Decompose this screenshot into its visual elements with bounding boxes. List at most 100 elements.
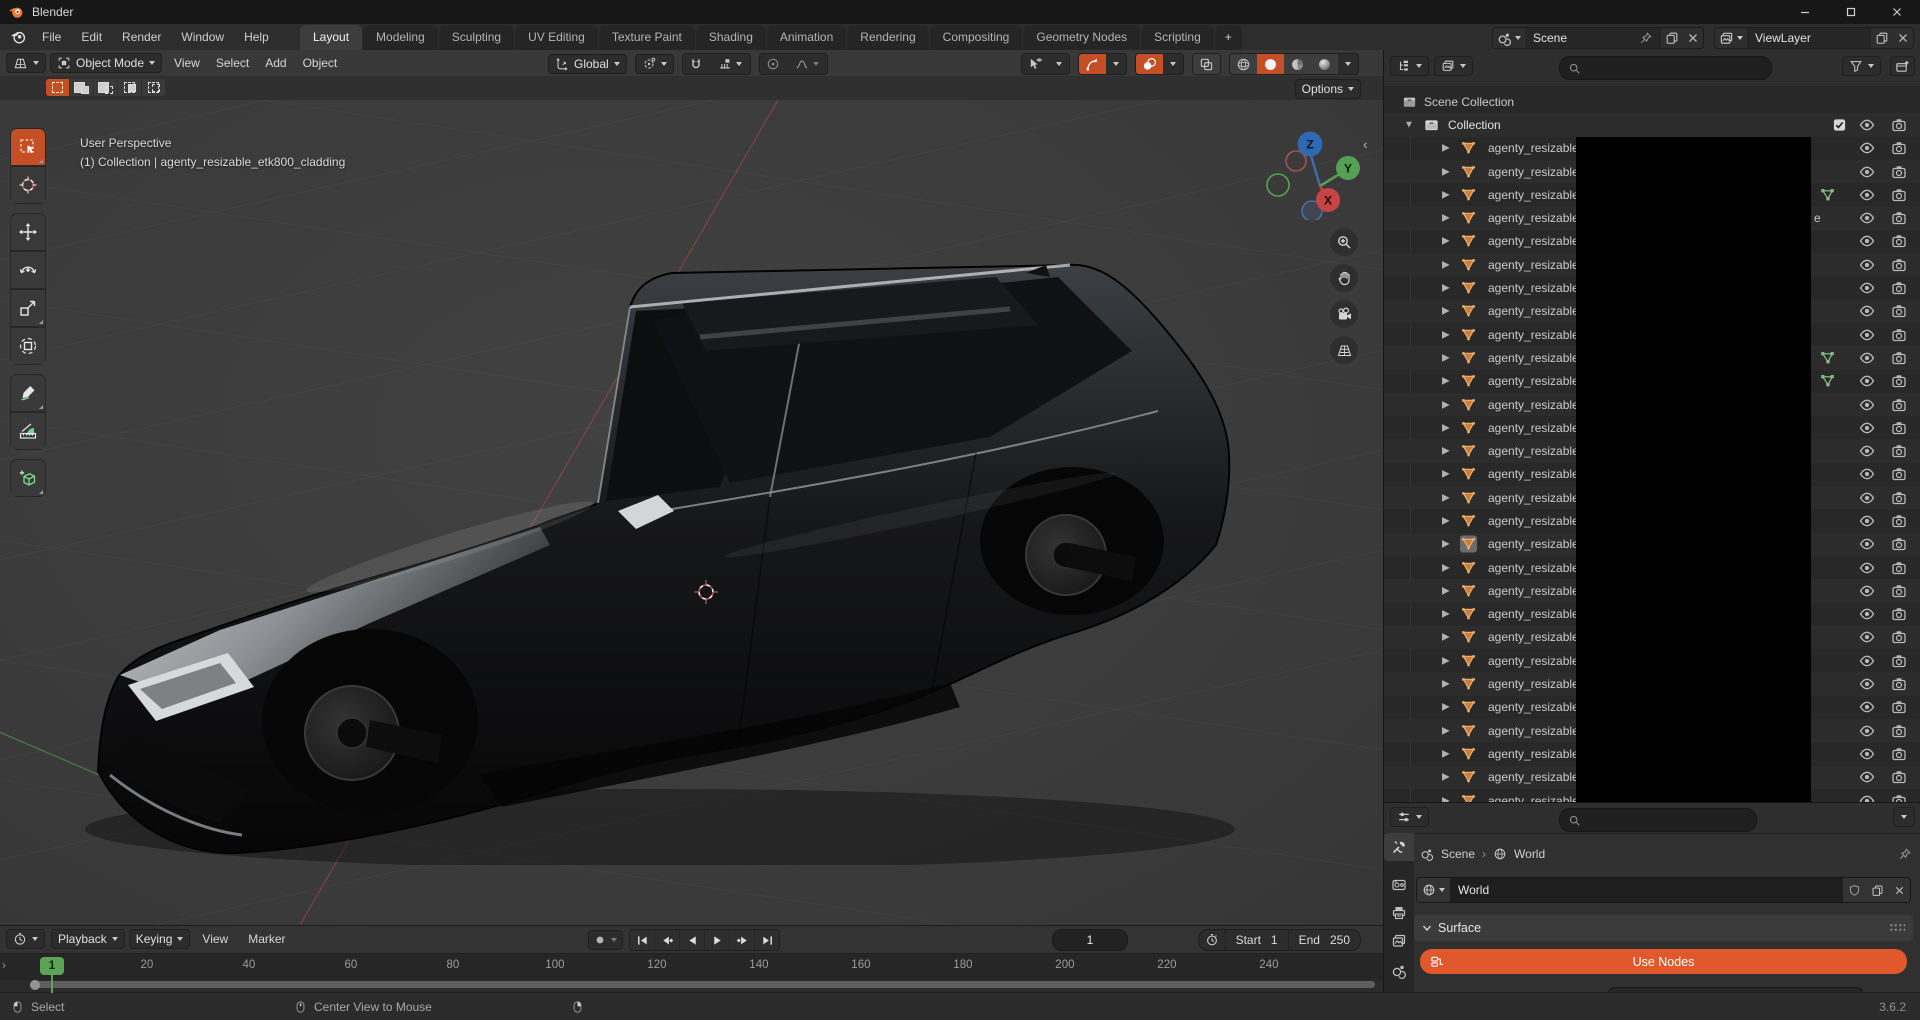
camera-render-icon[interactable]: [1891, 420, 1907, 436]
axis-minus-x[interactable]: [1267, 174, 1289, 196]
camera-render-icon[interactable]: [1891, 164, 1907, 180]
timeline-menu-view[interactable]: View: [194, 929, 236, 949]
select-set-button[interactable]: [46, 79, 69, 96]
car-model[interactable]: [70, 215, 1250, 865]
unlink-world-button[interactable]: [1889, 878, 1910, 902]
tool-measure[interactable]: [10, 412, 46, 450]
selectability-visibility-dropdown[interactable]: [1021, 53, 1070, 75]
pivot-point-dropdown[interactable]: [635, 54, 674, 74]
timeline-scrollbar-knob[interactable]: [30, 980, 40, 990]
new-scene-button[interactable]: [1661, 28, 1683, 48]
proportional-editing-toggle[interactable]: [760, 54, 787, 74]
workspace-tab-rendering[interactable]: Rendering: [847, 25, 928, 50]
camera-view-button[interactable]: [1330, 300, 1358, 328]
viewport-menu-object[interactable]: Object: [295, 53, 346, 73]
expand-arrow-icon[interactable]: ▶: [1442, 539, 1450, 550]
camera-render-icon[interactable]: [1891, 373, 1907, 389]
options-dropdown[interactable]: Options: [1295, 79, 1361, 99]
shading-rendered-button[interactable]: [1311, 54, 1338, 74]
add-workspace-button[interactable]: +: [1215, 25, 1242, 50]
menu-render[interactable]: Render: [112, 24, 171, 50]
expand-arrow-icon[interactable]: ▶: [1442, 259, 1450, 270]
jump-to-start-button[interactable]: [630, 930, 655, 950]
camera-render-icon[interactable]: [1891, 257, 1907, 273]
camera-render-icon[interactable]: [1891, 490, 1907, 506]
eye-icon[interactable]: [1859, 303, 1875, 319]
expand-arrow-icon[interactable]: ▶: [1442, 772, 1450, 783]
play-reverse-button[interactable]: [680, 930, 705, 950]
properties-options-dropdown[interactable]: [1893, 807, 1915, 827]
viewport-menu-view[interactable]: View: [166, 53, 208, 73]
proportional-falloff-dropdown[interactable]: [787, 54, 827, 74]
camera-render-icon[interactable]: [1891, 746, 1907, 762]
eye-icon[interactable]: [1859, 629, 1875, 645]
scene-name-field[interactable]: Scene: [1525, 28, 1661, 48]
tab-render[interactable]: [1384, 871, 1414, 899]
eye-icon[interactable]: [1859, 653, 1875, 669]
camera-render-icon[interactable]: [1891, 583, 1907, 599]
world-name-field[interactable]: World: [1450, 878, 1843, 902]
tool-cursor[interactable]: [10, 166, 46, 204]
eye-icon[interactable]: [1859, 769, 1875, 785]
workspace-tab-shading[interactable]: Shading: [696, 25, 766, 50]
expand-arrow-icon[interactable]: ▶: [1442, 376, 1450, 387]
editor-type-button[interactable]: [6, 53, 46, 73]
expand-arrow-icon[interactable]: ▶: [1442, 609, 1450, 620]
browse-scene-button[interactable]: [1493, 28, 1525, 48]
camera-render-icon[interactable]: [1891, 187, 1907, 203]
menu-file[interactable]: File: [32, 24, 71, 50]
camera-render-icon[interactable]: [1891, 210, 1907, 226]
use-nodes-button[interactable]: Use Nodes: [1420, 949, 1907, 974]
viewlayer-name-field[interactable]: ViewLayer: [1747, 28, 1871, 48]
camera-render-icon[interactable]: [1891, 676, 1907, 692]
eye-icon[interactable]: [1859, 327, 1875, 343]
expand-arrow-icon[interactable]: ▶: [1442, 585, 1450, 596]
gizmo-dropdown[interactable]: [1106, 54, 1126, 74]
eye-icon[interactable]: [1859, 699, 1875, 715]
workspace-tab-compositing[interactable]: Compositing: [930, 25, 1023, 50]
new-viewlayer-button[interactable]: [1871, 28, 1893, 48]
expand-arrow-icon[interactable]: ▶: [1442, 748, 1450, 759]
shading-wireframe-button[interactable]: [1230, 54, 1257, 74]
tool-transform[interactable]: [10, 327, 46, 365]
camera-render-icon[interactable]: [1891, 233, 1907, 249]
camera-render-icon[interactable]: [1891, 793, 1907, 802]
expand-arrow-icon[interactable]: ▶: [1442, 143, 1450, 154]
outliner-display-mode-button[interactable]: [1434, 56, 1473, 76]
tool-add-cube[interactable]: [10, 459, 46, 497]
show-gizmo-toggle[interactable]: [1079, 54, 1106, 74]
viewport-3d[interactable]: User Perspective (1) Collection | agenty…: [0, 100, 1383, 925]
pan-button[interactable]: [1330, 264, 1358, 292]
eye-icon[interactable]: [1859, 164, 1875, 180]
camera-render-icon[interactable]: [1891, 140, 1907, 156]
expand-arrow-icon[interactable]: ▶: [1442, 189, 1450, 200]
tab-view-layer[interactable]: [1384, 927, 1414, 955]
perspective-toggle-button[interactable]: [1330, 336, 1358, 364]
eye-icon[interactable]: [1859, 443, 1875, 459]
camera-render-icon[interactable]: [1891, 699, 1907, 715]
timeline-ruler[interactable]: 1 20406080100120140160180200220240: [0, 953, 1383, 980]
expand-arrow-icon[interactable]: ▶: [1442, 352, 1450, 363]
expand-arrow-icon[interactable]: ▶: [1442, 166, 1450, 177]
close-button[interactable]: [1874, 0, 1920, 24]
eye-icon[interactable]: [1859, 280, 1875, 296]
eye-icon[interactable]: [1859, 233, 1875, 249]
expand-arrow-icon[interactable]: ▶: [1442, 236, 1450, 247]
tab-scene[interactable]: [1384, 957, 1414, 985]
select-invert-button[interactable]: [118, 79, 141, 96]
timeline-menu-playback[interactable]: Playback: [51, 929, 125, 949]
camera-render-icon[interactable]: [1891, 327, 1907, 343]
breadcrumb-scene[interactable]: Scene: [1441, 847, 1475, 861]
end-frame-field[interactable]: End 250: [1289, 930, 1360, 950]
eye-icon[interactable]: [1859, 746, 1875, 762]
timeline-menu-marker[interactable]: Marker: [240, 929, 293, 949]
jump-to-end-button[interactable]: [755, 930, 779, 950]
tool-move[interactable]: [10, 213, 46, 251]
snap-with-dropdown[interactable]: [710, 54, 750, 74]
timeline-collapse-chevron[interactable]: ›: [2, 958, 6, 972]
mode-dropdown[interactable]: Object Mode: [50, 53, 162, 73]
workspace-tab-layout[interactable]: Layout: [300, 25, 362, 50]
expand-arrow-icon[interactable]: ▶: [1442, 515, 1450, 526]
viewport-menu-select[interactable]: Select: [208, 53, 257, 73]
start-frame-field[interactable]: Start 1: [1226, 930, 1288, 950]
